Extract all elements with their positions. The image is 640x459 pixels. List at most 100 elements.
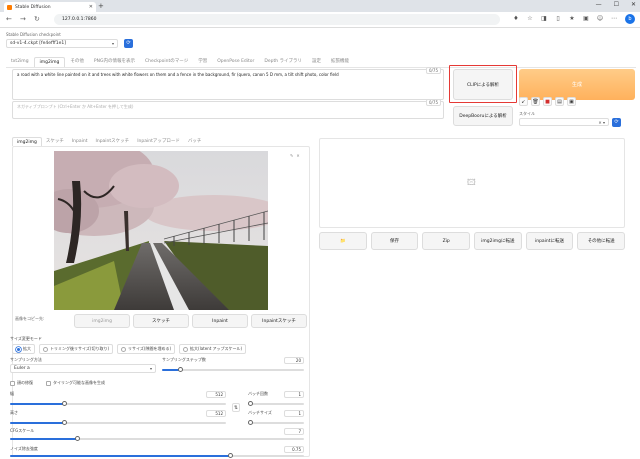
style-select[interactable]: ✕ ▾: [519, 118, 609, 126]
sampler-select[interactable]: Euler a ▾: [10, 364, 156, 373]
tab-train[interactable]: 学習: [193, 57, 212, 67]
subtab-batch[interactable]: バッチ: [184, 137, 206, 146]
new-tab-icon[interactable]: +: [98, 2, 104, 10]
minimize-icon[interactable]: —: [596, 1, 602, 8]
apply-style-icon[interactable]: ▤: [555, 97, 564, 106]
tab-openpose-editor[interactable]: OpenPose Editor: [212, 57, 259, 67]
tab-settings[interactable]: 設定: [307, 57, 326, 67]
prompt-input[interactable]: a road with a white line painted on it a…: [12, 69, 444, 100]
steps-label: サンプリングステップ数: [162, 357, 206, 362]
swap-dimensions-icon[interactable]: ⇅: [232, 403, 240, 412]
bing-icon[interactable]: b: [625, 14, 635, 24]
height-number[interactable]: 512: [206, 410, 226, 417]
subtab-inpaint[interactable]: Inpaint: [68, 137, 92, 146]
negative-prompt-input[interactable]: ネガティブプロンプト (Ctrl+Enter か Alt+Enter を押して生…: [12, 101, 444, 119]
url-field[interactable]: 127.0.0.1:7860: [54, 14, 500, 25]
checkpoint-label: Stable Diffusion checkpoint: [6, 32, 61, 37]
steps-slider[interactable]: [162, 367, 304, 372]
read-params-icon[interactable]: ↙: [519, 97, 528, 106]
subtab-img2img[interactable]: img2img: [12, 137, 42, 146]
profile-icon[interactable]: ☺: [596, 15, 604, 23]
browser-tab[interactable]: Stable Diffusion ✕: [4, 2, 96, 12]
extension-puzzle-icon[interactable]: ◨: [540, 15, 548, 23]
height-slider[interactable]: [10, 420, 226, 425]
image-controls: ✎ ✕: [290, 153, 300, 158]
copy-to-inpaint-button[interactable]: Inpaint: [192, 314, 248, 328]
generate-button[interactable]: 生成: [519, 69, 635, 100]
width-number[interactable]: 512: [206, 391, 226, 398]
width-knob[interactable]: [61, 401, 67, 406]
resize-option-crop[interactable]: トリミング後リサイズ(切り取り): [39, 344, 114, 354]
open-folder-button[interactable]: 📁: [319, 232, 367, 250]
copy-to-sketch-button[interactable]: スケッチ: [133, 314, 189, 328]
resize-option-just-resize[interactable]: 拡大: [12, 344, 35, 354]
tab-depth-library[interactable]: Depth ライブラリ: [259, 57, 307, 67]
tiling-checkbox[interactable]: タイリング可能な画像を生成: [46, 380, 105, 386]
extension-icon[interactable]: ♦: [512, 15, 520, 23]
chevron-down-icon: ▾: [149, 366, 152, 371]
batch-size-number[interactable]: 1: [284, 410, 304, 417]
denoise-number[interactable]: 0.75: [284, 446, 304, 453]
steps-knob[interactable]: [177, 367, 183, 372]
cfg-slider[interactable]: [10, 436, 304, 441]
copy-to-img2img-button[interactable]: img2img: [74, 314, 130, 328]
subtab-inpaint-upload[interactable]: Inpaintアップロード: [133, 137, 184, 146]
checkpoint-select[interactable]: sd-v1-4.ckpt [fe4efff1e1] ▾: [6, 39, 118, 48]
batch-count-knob[interactable]: [248, 401, 253, 406]
width-label: 幅: [10, 391, 14, 396]
subtab-sketch[interactable]: スケッチ: [42, 137, 68, 146]
close-window-icon[interactable]: ✕: [631, 1, 636, 8]
send-to-img2img-button[interactable]: img2imgに転送: [474, 232, 522, 250]
input-image[interactable]: [54, 151, 268, 310]
img2img-subtabs: img2img スケッチ Inpaint Inpaintスケッチ Inpaint…: [12, 137, 205, 146]
more-menu-icon[interactable]: ⋯: [610, 15, 618, 23]
denoise-knob[interactable]: [228, 453, 233, 458]
resize-option-fill[interactable]: リサイズ(隙間を埋める): [117, 344, 176, 354]
zip-button[interactable]: Zip: [422, 232, 471, 250]
batch-size-slider[interactable]: [248, 420, 304, 425]
tab-divider: [6, 67, 636, 68]
restore-faces-checkbox[interactable]: 顔の修復: [10, 380, 33, 386]
save-button[interactable]: 保存: [370, 232, 419, 250]
clear-image-icon[interactable]: ✕: [296, 153, 299, 158]
tab-extras[interactable]: その他: [65, 57, 89, 67]
cfg-number[interactable]: 7: [284, 428, 304, 435]
resize-option-latent[interactable]: 拡大(latent アップスケール): [179, 344, 247, 354]
batch-size-knob[interactable]: [248, 420, 253, 425]
extra-networks-icon[interactable]: ■: [543, 97, 552, 106]
send-to-inpaint-button[interactable]: inpaintに転送: [525, 232, 574, 250]
tab-png-info[interactable]: PNG内の情報を表示: [89, 57, 140, 67]
chevron-down-icon: ▾: [111, 41, 114, 46]
favorite-icon[interactable]: ☆: [526, 15, 534, 23]
close-tab-icon[interactable]: ✕: [89, 4, 93, 10]
send-to-extras-button[interactable]: その他に転送: [577, 232, 626, 250]
save-style-icon[interactable]: ▣: [567, 97, 576, 106]
collections-icon[interactable]: ▣: [582, 15, 590, 23]
maximize-icon[interactable]: ☐: [614, 1, 619, 8]
back-icon[interactable]: ←: [6, 15, 12, 23]
copy-to-label: 画像をコピー先:: [15, 316, 45, 321]
tab-img2img[interactable]: img2img: [33, 57, 66, 67]
steps-number[interactable]: 20: [284, 357, 304, 364]
denoise-slider[interactable]: [10, 453, 304, 458]
edit-icon[interactable]: ✎: [290, 153, 293, 158]
tab-txt2img[interactable]: txt2img: [6, 57, 34, 67]
reload-icon[interactable]: ↻: [34, 15, 40, 23]
forward-icon[interactable]: →: [20, 15, 26, 23]
negative-token-counter: 0/75: [426, 99, 441, 106]
width-slider[interactable]: [10, 401, 226, 406]
radio-selected: [16, 346, 21, 352]
batch-count-slider[interactable]: [248, 401, 304, 406]
trash-icon[interactable]: 🗑: [531, 97, 540, 106]
height-knob[interactable]: [61, 420, 67, 425]
deepbooru-interrogate-button[interactable]: DeepBooruによる解析: [453, 106, 513, 126]
tab-extensions[interactable]: 拡張機能: [326, 57, 354, 67]
refresh-checkpoint-button[interactable]: ⟳: [124, 39, 133, 48]
refresh-style-button[interactable]: ⟳: [612, 118, 621, 127]
subtab-inpaint-sketch[interactable]: Inpaintスケッチ: [92, 137, 134, 146]
copy-to-inpaint-sketch-button[interactable]: Inpaintスケッチ: [251, 314, 307, 328]
split-screen-icon[interactable]: ▯: [554, 15, 562, 23]
tab-checkpoint-merger[interactable]: Checkpointのマージ: [140, 57, 193, 67]
favorites-bar-icon[interactable]: ★: [568, 15, 576, 23]
batch-count-number[interactable]: 1: [284, 391, 304, 398]
